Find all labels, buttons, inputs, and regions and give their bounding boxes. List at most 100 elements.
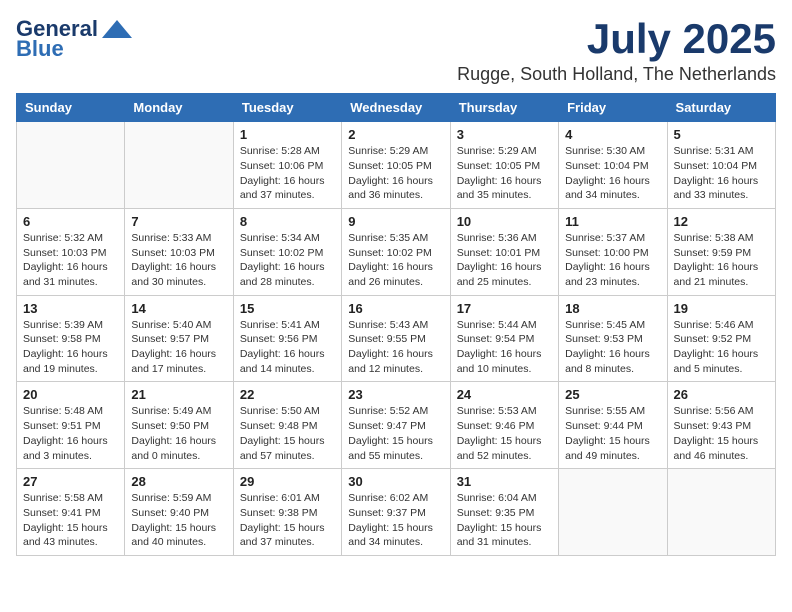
- cell-content: Sunrise: 5:29 AM Sunset: 10:05 PM Daylig…: [457, 144, 552, 203]
- day-number: 24: [457, 387, 552, 402]
- weekday-header: Monday: [125, 94, 233, 122]
- cell-content: Sunrise: 6:04 AM Sunset: 9:35 PM Dayligh…: [457, 491, 552, 550]
- title-area: July 2025 Rugge, South Holland, The Neth…: [457, 16, 776, 85]
- cell-content: Sunrise: 5:34 AM Sunset: 10:02 PM Daylig…: [240, 231, 335, 290]
- cell-content: Sunrise: 5:53 AM Sunset: 9:46 PM Dayligh…: [457, 404, 552, 463]
- calendar-cell: 16Sunrise: 5:43 AM Sunset: 9:55 PM Dayli…: [342, 295, 450, 382]
- day-number: 11: [565, 214, 660, 229]
- calendar-cell: 1 Sunrise: 5:28 AM Sunset: 10:06 PM Dayli…: [233, 122, 341, 209]
- calendar-week-row: 13 Sunrise: 5:39 AM Sunset: 9:58 PM Dayli…: [17, 295, 776, 382]
- day-number: 2: [348, 127, 443, 142]
- cell-content: Sunrise: 5:50 AM Sunset: 9:48 PM Dayligh…: [240, 404, 335, 463]
- calendar-cell: 25Sunrise: 5:55 AM Sunset: 9:44 PM Dayli…: [559, 382, 667, 469]
- cell-content: Sunrise: 5:35 AM Sunset: 10:02 PM Daylig…: [348, 231, 443, 290]
- day-number: 27: [23, 474, 118, 489]
- day-number: 15: [240, 301, 335, 316]
- cell-content: Sunrise: 5:37 AM Sunset: 10:00 PM Daylig…: [565, 231, 660, 290]
- calendar-cell: 11 Sunrise: 5:37 AM Sunset: 10:00 PM Dayl…: [559, 208, 667, 295]
- cell-content: Sunrise: 5:40 AM Sunset: 9:57 PM Dayligh…: [131, 318, 226, 377]
- calendar-cell: 14 Sunrise: 5:40 AM Sunset: 9:57 PM Dayli…: [125, 295, 233, 382]
- calendar-cell: 17 Sunrise: 5:44 AM Sunset: 9:54 PM Dayli…: [450, 295, 558, 382]
- calendar-cell: 9 Sunrise: 5:35 AM Sunset: 10:02 PM Dayli…: [342, 208, 450, 295]
- calendar-cell: 13 Sunrise: 5:39 AM Sunset: 9:58 PM Dayli…: [17, 295, 125, 382]
- day-number: 6: [23, 214, 118, 229]
- calendar-cell: 22 Sunrise: 5:50 AM Sunset: 9:48 PM Dayli…: [233, 382, 341, 469]
- cell-content: Sunrise: 6:02 AM Sunset: 9:37 PM Dayligh…: [348, 491, 443, 550]
- day-number: 3: [457, 127, 552, 142]
- weekday-header: Wednesday: [342, 94, 450, 122]
- logo: General Blue: [16, 16, 132, 62]
- calendar-cell: 31 Sunrise: 6:04 AM Sunset: 9:35 PM Dayli…: [450, 469, 558, 556]
- calendar-cell: 3 Sunrise: 5:29 AM Sunset: 10:05 PM Dayli…: [450, 122, 558, 209]
- day-number: 22: [240, 387, 335, 402]
- cell-content: Sunrise: 5:44 AM Sunset: 9:54 PM Dayligh…: [457, 318, 552, 377]
- calendar-week-row: 27 Sunrise: 5:58 AM Sunset: 9:41 PM Dayli…: [17, 469, 776, 556]
- cell-content: Sunrise: 5:52 AM Sunset: 9:47 PM Dayligh…: [348, 404, 443, 463]
- cell-content: Sunrise: 5:39 AM Sunset: 9:58 PM Dayligh…: [23, 318, 118, 377]
- day-number: 13: [23, 301, 118, 316]
- calendar-cell: 26Sunrise: 5:56 AM Sunset: 9:43 PM Dayli…: [667, 382, 775, 469]
- cell-content: Sunrise: 5:43 AM Sunset: 9:55 PM Dayligh…: [348, 318, 443, 377]
- calendar-cell: 10Sunrise: 5:36 AM Sunset: 10:01 PM Dayl…: [450, 208, 558, 295]
- calendar-cell: 18Sunrise: 5:45 AM Sunset: 9:53 PM Dayli…: [559, 295, 667, 382]
- month-title: July 2025: [457, 16, 776, 62]
- day-number: 4: [565, 127, 660, 142]
- calendar-cell: [667, 469, 775, 556]
- calendar-cell: 4 Sunrise: 5:30 AM Sunset: 10:04 PM Dayli…: [559, 122, 667, 209]
- cell-content: Sunrise: 5:46 AM Sunset: 9:52 PM Dayligh…: [674, 318, 769, 377]
- cell-content: Sunrise: 5:49 AM Sunset: 9:50 PM Dayligh…: [131, 404, 226, 463]
- cell-content: Sunrise: 5:28 AM Sunset: 10:06 PM Daylig…: [240, 144, 335, 203]
- calendar-cell: [17, 122, 125, 209]
- calendar-week-row: 1 Sunrise: 5:28 AM Sunset: 10:06 PM Dayli…: [17, 122, 776, 209]
- calendar-cell: 29Sunrise: 6:01 AM Sunset: 9:38 PM Dayli…: [233, 469, 341, 556]
- calendar-cell: 20 Sunrise: 5:48 AM Sunset: 9:51 PM Dayli…: [17, 382, 125, 469]
- day-number: 23: [348, 387, 443, 402]
- day-number: 1: [240, 127, 335, 142]
- day-number: 8: [240, 214, 335, 229]
- day-number: 17: [457, 301, 552, 316]
- calendar-cell: 7 Sunrise: 5:33 AM Sunset: 10:03 PM Dayli…: [125, 208, 233, 295]
- logo-icon: [102, 20, 132, 38]
- calendar-cell: [559, 469, 667, 556]
- calendar-cell: 19 Sunrise: 5:46 AM Sunset: 9:52 PM Dayli…: [667, 295, 775, 382]
- cell-content: Sunrise: 5:36 AM Sunset: 10:01 PM Daylig…: [457, 231, 552, 290]
- calendar-cell: 30 Sunrise: 6:02 AM Sunset: 9:37 PM Dayli…: [342, 469, 450, 556]
- calendar-cell: 2Sunrise: 5:29 AM Sunset: 10:05 PM Dayli…: [342, 122, 450, 209]
- cell-content: Sunrise: 5:45 AM Sunset: 9:53 PM Dayligh…: [565, 318, 660, 377]
- day-number: 19: [674, 301, 769, 316]
- cell-content: Sunrise: 5:48 AM Sunset: 9:51 PM Dayligh…: [23, 404, 118, 463]
- day-number: 31: [457, 474, 552, 489]
- calendar-header-row: SundayMondayTuesdayWednesdayThursdayFrid…: [17, 94, 776, 122]
- day-number: 7: [131, 214, 226, 229]
- calendar-week-row: 6 Sunrise: 5:32 AM Sunset: 10:03 PM Dayli…: [17, 208, 776, 295]
- page-header: General Blue July 2025 Rugge, South Holl…: [16, 16, 776, 85]
- cell-content: Sunrise: 5:32 AM Sunset: 10:03 PM Daylig…: [23, 231, 118, 290]
- cell-content: Sunrise: 5:56 AM Sunset: 9:43 PM Dayligh…: [674, 404, 769, 463]
- day-number: 30: [348, 474, 443, 489]
- calendar-cell: 5 Sunrise: 5:31 AM Sunset: 10:04 PM Dayli…: [667, 122, 775, 209]
- cell-content: Sunrise: 5:38 AM Sunset: 9:59 PM Dayligh…: [674, 231, 769, 290]
- logo-blue-text: Blue: [16, 36, 64, 62]
- day-number: 21: [131, 387, 226, 402]
- day-number: 29: [240, 474, 335, 489]
- weekday-header: Friday: [559, 94, 667, 122]
- calendar-cell: 6 Sunrise: 5:32 AM Sunset: 10:03 PM Dayli…: [17, 208, 125, 295]
- calendar-cell: 8 Sunrise: 5:34 AM Sunset: 10:02 PM Dayli…: [233, 208, 341, 295]
- cell-content: Sunrise: 5:58 AM Sunset: 9:41 PM Dayligh…: [23, 491, 118, 550]
- location-title: Rugge, South Holland, The Netherlands: [457, 64, 776, 85]
- day-number: 25: [565, 387, 660, 402]
- cell-content: Sunrise: 5:33 AM Sunset: 10:03 PM Daylig…: [131, 231, 226, 290]
- calendar-cell: 15Sunrise: 5:41 AM Sunset: 9:56 PM Dayli…: [233, 295, 341, 382]
- weekday-header: Saturday: [667, 94, 775, 122]
- day-number: 28: [131, 474, 226, 489]
- calendar-cell: [125, 122, 233, 209]
- cell-content: Sunrise: 5:31 AM Sunset: 10:04 PM Daylig…: [674, 144, 769, 203]
- day-number: 9: [348, 214, 443, 229]
- weekday-header: Sunday: [17, 94, 125, 122]
- day-number: 20: [23, 387, 118, 402]
- weekday-header: Thursday: [450, 94, 558, 122]
- day-number: 5: [674, 127, 769, 142]
- day-number: 12: [674, 214, 769, 229]
- cell-content: Sunrise: 5:30 AM Sunset: 10:04 PM Daylig…: [565, 144, 660, 203]
- day-number: 14: [131, 301, 226, 316]
